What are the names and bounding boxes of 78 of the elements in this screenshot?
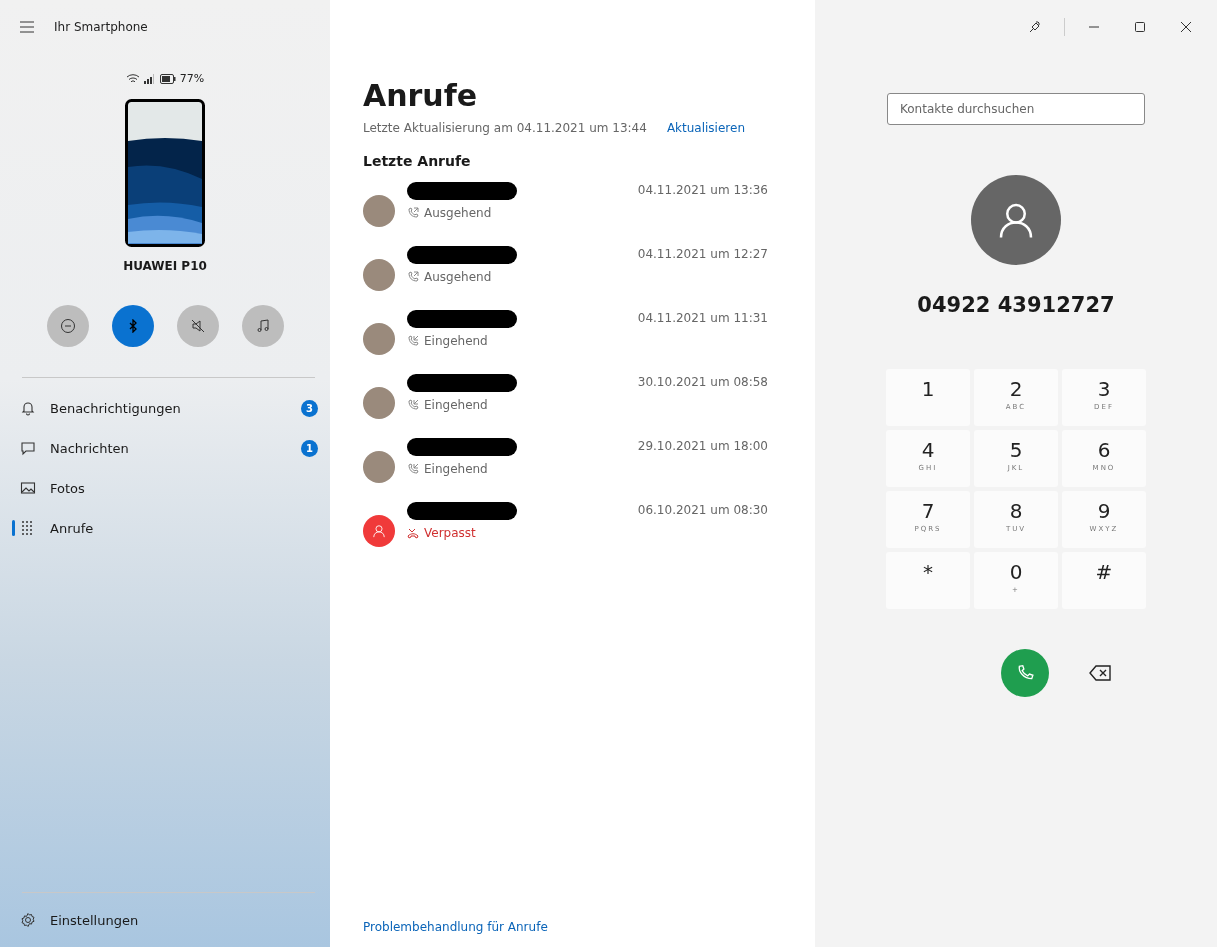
call-status-label: Ausgehend	[424, 206, 492, 220]
call-time: 29.10.2021 um 18:00	[637, 439, 768, 453]
count-badge: 3	[301, 399, 318, 417]
phone-number: 04922 43912727	[917, 293, 1115, 317]
minimize-icon	[1089, 26, 1099, 28]
wifi-icon	[125, 73, 140, 84]
call-status-label: Ausgehend	[424, 270, 492, 284]
photo-placeholder	[363, 259, 395, 291]
call-status-label: Verpasst	[424, 526, 476, 540]
page-title: Anrufe	[363, 78, 479, 113]
photo-placeholder	[363, 451, 395, 483]
nav-item[interactable]: Benachrichtigungen 3	[0, 388, 330, 428]
call-time: 04.11.2021 um 11:31	[637, 311, 768, 325]
device-name: HUAWEI P10	[122, 259, 208, 273]
settings-item[interactable]: Einstellungen	[0, 893, 330, 947]
last-update-text: Letzte Aktualisierung am 04.11.2021 um 13:44	[363, 121, 647, 135]
message-icon	[20, 440, 36, 456]
nav-item[interactable]: Nachrichten 1	[0, 428, 330, 468]
maximize-icon	[1135, 22, 1145, 32]
photo-placeholder	[363, 195, 395, 227]
backspace-icon	[1089, 665, 1111, 681]
missed-call-icon	[407, 527, 419, 539]
refresh-link[interactable]: Aktualisieren	[666, 121, 745, 135]
incoming-call-icon	[407, 335, 419, 347]
nav-label: Nachrichten	[50, 440, 130, 456]
incoming-call-icon	[407, 463, 419, 475]
section-title: Letzte Anrufe	[363, 153, 472, 169]
close-icon	[1181, 22, 1191, 32]
keypad-key[interactable]: #	[1062, 552, 1146, 609]
battery-percentage: 77%	[179, 72, 205, 85]
photo-placeholder	[363, 323, 395, 355]
nav-item[interactable]: Fotos	[0, 468, 330, 508]
bell-icon	[20, 400, 36, 416]
photo-icon	[20, 480, 36, 496]
search-field[interactable]: Kontakte durchsuchen	[887, 93, 1145, 125]
speaker-muted-icon	[189, 318, 206, 334]
app-title: Ihr Smartphone	[54, 20, 148, 34]
music-note-icon	[254, 318, 271, 334]
call-status-label: Eingehend	[424, 398, 488, 412]
call-row[interactable]: Ausgehend 04.11.2021 um 13:36	[363, 179, 768, 243]
call-time: 04.11.2021 um 12:27	[637, 247, 768, 261]
nav-label: Anrufe	[50, 520, 95, 536]
call-time: 04.11.2021 um 13:36	[637, 183, 768, 197]
battery-icon	[159, 73, 176, 84]
call-time: 30.10.2021 um 08:58	[637, 375, 768, 389]
settings-label: Einstellungen	[50, 912, 140, 928]
settings-icon	[20, 912, 36, 928]
call-row[interactable]: Ausgehend 04.11.2021 um 12:27	[363, 243, 768, 307]
quick-toggle-button[interactable]	[241, 305, 284, 347]
phone-icon	[1016, 664, 1034, 682]
nav-label: Fotos	[50, 480, 86, 496]
call-status-label: Eingehend	[424, 462, 488, 476]
incoming-call-icon	[407, 399, 419, 411]
quick-toggle-button[interactable]	[46, 305, 89, 347]
menu-icon[interactable]	[20, 21, 34, 33]
quick-toggle-button[interactable]	[111, 305, 154, 347]
keypad-key[interactable]: 1	[886, 369, 970, 426]
call-button[interactable]	[1001, 649, 1049, 697]
photo-placeholder	[363, 387, 395, 419]
keypad-key[interactable]: *	[886, 552, 970, 609]
count-badge: 1	[301, 439, 318, 457]
outgoing-call-icon	[407, 271, 419, 283]
call-time: 06.10.2021 um 08:30	[637, 503, 768, 517]
call-row[interactable]: Eingehend 30.10.2021 um 08:58	[363, 371, 768, 435]
nav-label: Benachrichtigungen	[50, 400, 182, 416]
backspace-button[interactable]	[1089, 665, 1111, 681]
call-status-label: Eingehend	[424, 334, 488, 348]
call-row[interactable]: Eingehend 04.11.2021 um 11:31	[363, 307, 768, 371]
outgoing-call-icon	[407, 207, 419, 219]
signal-icon	[143, 73, 156, 84]
pin-icon	[1028, 20, 1042, 34]
call-row[interactable]: Eingehend 29.10.2021 um 18:00	[363, 435, 768, 499]
nav-item[interactable]: Anrufe	[0, 508, 330, 548]
person-icon	[372, 524, 386, 538]
minus-circle-icon	[59, 318, 76, 334]
call-row[interactable]: Verpasst 06.10.2021 um 08:30	[363, 499, 768, 563]
troubleshoot-link[interactable]: Problembehandlung für Anrufe	[363, 920, 548, 934]
quick-toggle-button[interactable]	[176, 305, 219, 347]
